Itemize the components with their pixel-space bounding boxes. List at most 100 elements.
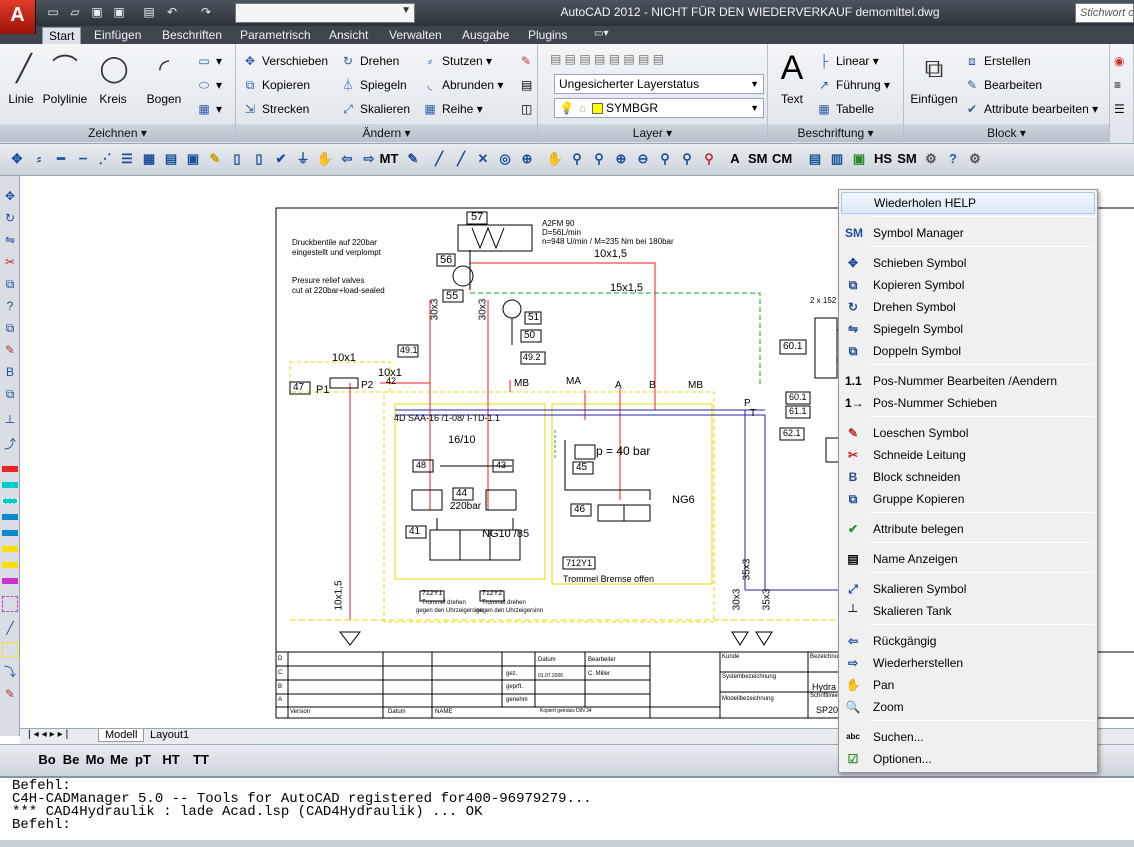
cut-line-icon[interactable]: ✂ bbox=[2, 254, 18, 270]
menu-item-schneide-leitung[interactable]: ✂ Schneide Leitung bbox=[841, 444, 1095, 466]
be-button[interactable]: Be bbox=[60, 751, 82, 769]
layer-tools-icons[interactable]: ▤ ▤ ▤ ▤ ▤ ▤ ▤ ▤ bbox=[550, 48, 664, 70]
list-icon[interactable]: ▥ bbox=[828, 150, 846, 168]
pt-button[interactable]: pT bbox=[132, 751, 154, 769]
block-cut-icon[interactable]: B bbox=[2, 364, 18, 380]
line-draw-icon[interactable]: ╱ bbox=[430, 150, 448, 168]
line-yellow-icon[interactable] bbox=[2, 546, 18, 552]
group-copy-icon[interactable]: ⧉ bbox=[2, 386, 18, 402]
table-button[interactable]: ▦ Tabelle bbox=[816, 98, 874, 120]
application-menu-button[interactable]: A bbox=[0, 0, 36, 34]
help-icon[interactable]: ? bbox=[2, 298, 18, 314]
menu-item-name-anzeigen[interactable]: ▤ Name Anzeigen bbox=[841, 548, 1095, 570]
redo-icon[interactable]: ↷ bbox=[197, 4, 215, 20]
menu-item-suchen[interactable]: abc Suchen... bbox=[841, 726, 1095, 748]
trim-button[interactable]: ⸗ Stutzen ▾ bbox=[422, 50, 492, 72]
menu-item-kopieren-symbol[interactable]: ⧉ Kopieren Symbol bbox=[841, 274, 1095, 296]
menu-item-wiederherstellen[interactable]: ⇨ Wiederherstellen bbox=[841, 652, 1095, 674]
menu-item-repeat-help[interactable]: Wiederholen HELP bbox=[841, 192, 1095, 214]
help-icon[interactable]: ? bbox=[944, 150, 962, 168]
menu-item-spiegeln-symbol[interactable]: ⇋ Spiegeln Symbol bbox=[841, 318, 1095, 340]
open-file-icon[interactable]: ▱ bbox=[66, 4, 84, 20]
mirror-symbol-icon[interactable]: ⇋ bbox=[2, 232, 18, 248]
line-yellow2-icon[interactable] bbox=[2, 562, 18, 568]
me-button[interactable]: Me bbox=[108, 751, 130, 769]
valve-icon[interactable]: ⏚ bbox=[294, 150, 312, 168]
zoom-previous-icon[interactable]: ⚲ bbox=[700, 150, 718, 168]
arc-button[interactable]: ◜ Bogen bbox=[142, 48, 186, 106]
command-prompt[interactable]: Befehl: bbox=[12, 818, 1122, 832]
dashed-line-icon[interactable]: ╌ bbox=[74, 150, 92, 168]
page-icon[interactable]: ▯ bbox=[250, 150, 268, 168]
insert-block-button[interactable]: ⧉ Einfügen bbox=[908, 48, 960, 106]
line-magenta-icon[interactable] bbox=[2, 578, 18, 584]
rotate-symbol-icon[interactable]: ↻ bbox=[2, 210, 18, 226]
erase-icon[interactable]: ✎ bbox=[521, 50, 531, 72]
line-cyan-dashed-icon[interactable] bbox=[2, 498, 18, 504]
symbol-manager-tb-icon[interactable]: SM bbox=[896, 150, 918, 168]
menu-item-symbol-manager[interactable]: SM Symbol Manager bbox=[841, 222, 1095, 244]
frame-yellow-icon[interactable] bbox=[2, 642, 18, 658]
rotate-button[interactable]: ↻ Drehen bbox=[340, 50, 399, 72]
arrow-right-icon[interactable]: ⇨ bbox=[360, 150, 378, 168]
menu-item-schieben-symbol[interactable]: ✥ Schieben Symbol bbox=[841, 252, 1095, 274]
save-icon[interactable]: ▣ bbox=[88, 4, 106, 20]
tab-beschriften[interactable]: Beschriften bbox=[156, 27, 228, 44]
tab-modell[interactable]: Modell bbox=[98, 729, 145, 742]
undo-icon[interactable]: ↶ bbox=[163, 4, 181, 20]
menu-item-zoom[interactable]: 🔍 Zoom bbox=[841, 696, 1095, 718]
layer-state-combo[interactable]: Ungesicherter Layerstatus ▼ bbox=[554, 74, 764, 94]
zoom-out-icon[interactable]: ⊖ bbox=[634, 150, 652, 168]
line-button[interactable]: ╱ Linie bbox=[4, 48, 38, 106]
menu-item-attribute-belegen[interactable]: ✔ Attribute belegen bbox=[841, 518, 1095, 540]
menu-item-pan[interactable]: ✋ Pan bbox=[841, 674, 1095, 696]
bo-button[interactable]: Bo bbox=[36, 751, 58, 769]
ht-button[interactable]: HT bbox=[160, 751, 182, 769]
sheet-icon[interactable]: ▤ bbox=[806, 150, 824, 168]
layout-nav-arrows-icon[interactable]: |◂◂▸▸| bbox=[28, 729, 71, 740]
leader-button[interactable]: ↗ Führung ▾ bbox=[816, 74, 890, 96]
grid-icon[interactable]: ▦ bbox=[140, 150, 158, 168]
scale-button[interactable]: ⤢ Skalieren bbox=[340, 98, 410, 120]
panel-label-block[interactable]: Block ▾ bbox=[904, 124, 1109, 142]
menu-item-rueckgaengig[interactable]: ⇦ Rückgängig bbox=[841, 630, 1095, 652]
cross-icon[interactable]: ✕ bbox=[474, 150, 492, 168]
menu-item-optionen[interactable]: ☑ Optionen... bbox=[841, 748, 1095, 770]
circle-tool-icon[interactable]: ◎ bbox=[496, 150, 514, 168]
block-icon[interactable]: ▣ bbox=[184, 150, 202, 168]
scale-tank-icon[interactable]: ┴ bbox=[2, 414, 18, 430]
curve-icon[interactable]: ⤵ bbox=[2, 664, 18, 680]
pan-tool-icon[interactable]: ✋ bbox=[546, 150, 564, 168]
mo-button[interactable]: Mo bbox=[84, 751, 106, 769]
pencil-icon[interactable]: ✎ bbox=[206, 150, 224, 168]
copy-symbol-icon[interactable]: ⧉ bbox=[2, 276, 18, 292]
line-red-icon[interactable] bbox=[2, 466, 18, 472]
stretch-button[interactable]: ⇲ Strecken bbox=[242, 98, 309, 120]
frame-magenta-icon[interactable] bbox=[2, 596, 18, 612]
edit-attributes-button[interactable]: ✔ Attribute bearbeiten ▾ bbox=[964, 98, 1098, 120]
panel-label-layer[interactable]: Layer ▾ bbox=[538, 124, 767, 142]
offset-icon[interactable]: ◫ bbox=[521, 98, 532, 120]
tab-plugins[interactable]: Plugins bbox=[522, 27, 573, 44]
rectangle-button[interactable]: ▭ ▾ bbox=[196, 50, 222, 72]
linetype-icon[interactable]: ≡ bbox=[1114, 74, 1121, 96]
tab-ausgabe[interactable]: Ausgabe bbox=[456, 27, 515, 44]
command-line[interactable]: Befehl: C4H-CADManager 5.0 -- Tools for … bbox=[0, 776, 1134, 847]
fitting-icon[interactable]: ⤴ bbox=[2, 436, 18, 452]
mtext-icon[interactable]: MT bbox=[378, 150, 400, 168]
menu-item-skalieren-symbol[interactable]: ⤢ Skalieren Symbol bbox=[841, 578, 1095, 600]
move-symbol-icon[interactable]: ✥ bbox=[8, 150, 26, 168]
diagonal-line-icon[interactable]: ╱ bbox=[2, 620, 18, 636]
workspace-combo[interactable]: ▼ bbox=[235, 3, 415, 23]
search-input[interactable]: Stichwort oder bbox=[1075, 3, 1134, 23]
tab-options-icon[interactable]: ▭▾ bbox=[588, 27, 614, 44]
move-button[interactable]: ✥ Verschieben bbox=[242, 50, 328, 72]
tab-parametrisch[interactable]: Parametrisch bbox=[234, 27, 317, 44]
symbol-manager-icon[interactable]: SM bbox=[748, 150, 768, 168]
menu-item-pos-nummer-schieben[interactable]: 1→ Pos-Nummer Schieben bbox=[841, 392, 1095, 414]
print-icon[interactable]: ▤ bbox=[140, 4, 158, 20]
dimension-linear-button[interactable]: ├ Linear ▾ bbox=[816, 50, 879, 72]
line-draw2-icon[interactable]: ╱ bbox=[452, 150, 470, 168]
table-icon[interactable]: ▤ bbox=[162, 150, 180, 168]
menu-item-block-schneiden[interactable]: B Block schneiden bbox=[841, 466, 1095, 488]
